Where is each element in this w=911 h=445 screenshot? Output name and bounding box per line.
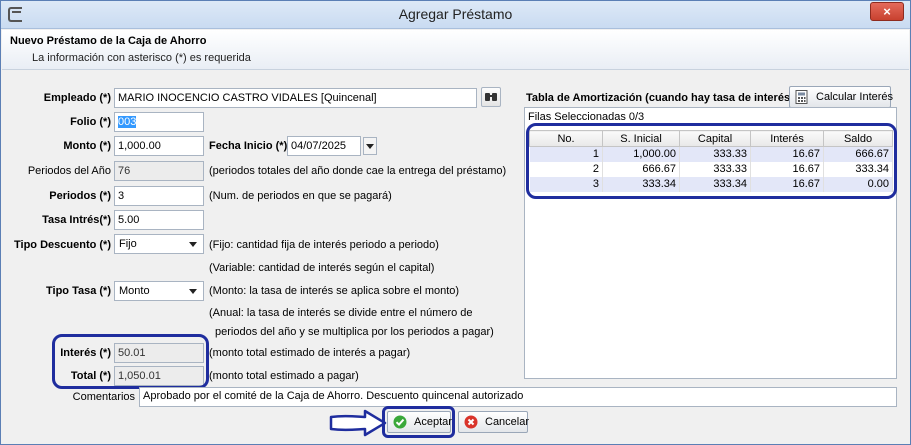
form-header: Nuevo Préstamo de la Caja de Ahorro La i… (2, 30, 909, 70)
comentarios-field[interactable]: Aprobado por el comité de la Caja de Aho… (139, 387, 897, 407)
total-field: 1,050.01 (114, 366, 204, 386)
tipo-tasa-hint-3: periodos del año y se multiplica por los… (215, 326, 494, 338)
binoculars-icon (485, 93, 497, 101)
periodos-anio-field: 76 (114, 161, 204, 181)
table-cell: 16.67 (750, 161, 825, 177)
window-title: Agregar Préstamo (398, 6, 513, 22)
dialog-window: Agregar Préstamo × Nuevo Préstamo de la … (0, 0, 911, 445)
table-cell: 3 (529, 176, 603, 192)
date-picker-button[interactable] (363, 137, 377, 155)
amortization-grid[interactable]: Filas Seleccionadas 0/3 No. S. Inicial C… (524, 107, 897, 379)
tipo-descuento-label: Tipo Descuento (*) (14, 239, 111, 251)
interes-hint: (monto total estimado de interés a pagar… (209, 347, 411, 359)
cancel-button[interactable]: Cancelar (458, 411, 530, 433)
column-header[interactable]: S. Inicial (601, 130, 681, 147)
table-cell: 1,000.00 (602, 146, 681, 162)
table-cell: 333.33 (679, 161, 752, 177)
amortization-title: Tabla de Amortización (cuando hay tasa d… (526, 92, 794, 104)
amortization-table[interactable]: No. S. Inicial Capital Interés Saldo 1 1… (529, 130, 893, 192)
table-cell: 2 (529, 161, 603, 177)
fecha-inicio-label: Fecha Inicio (*) (209, 140, 288, 152)
column-header[interactable]: No. (529, 130, 603, 147)
table-cell: 1 (529, 146, 603, 162)
interes-field: 50.01 (114, 343, 204, 363)
folio-field[interactable]: 003 (114, 112, 204, 132)
interes-label: Interés (*) (60, 347, 111, 359)
folio-value: 003 (118, 116, 137, 128)
column-header[interactable]: Saldo (823, 130, 893, 147)
periodos-anio-hint: (periodos totales del año donde cae la e… (209, 165, 507, 177)
fecha-inicio-field[interactable]: 04/07/2025 (287, 136, 361, 156)
periodos-hint: (Num. de periodos en que se pagará) (209, 190, 392, 202)
tipo-tasa-value: Monto (119, 285, 150, 297)
cancel-label: Cancelar (485, 416, 530, 428)
empleado-label: Empleado (*) (43, 92, 111, 104)
table-cell: 16.67 (750, 176, 825, 192)
check-icon (393, 415, 407, 429)
tipo-tasa-hint-2: (Anual: la tasa de interés se divide ent… (209, 307, 473, 319)
calculate-interest-label: Calcular Interés (816, 91, 894, 103)
table-row[interactable]: 1 1,000.00 333.33 16.67 666.67 (529, 146, 893, 162)
monto-field[interactable]: 1,000.00 (114, 136, 204, 156)
calculator-icon (795, 90, 808, 104)
table-cell: 333.33 (679, 146, 752, 162)
periodos-field[interactable]: 3 (114, 186, 204, 206)
comentarios-label: Comentarios (72, 391, 135, 403)
chevron-down-icon (366, 144, 374, 149)
close-button[interactable]: × (870, 2, 904, 21)
column-header[interactable]: Capital (679, 130, 752, 147)
folio-label: Folio (*) (70, 116, 111, 128)
table-cell: 666.67 (823, 146, 893, 162)
tasa-interes-field[interactable]: 5.00 (114, 210, 204, 230)
table-cell: 0.00 (823, 176, 893, 192)
tipo-descuento-value: Fijo (119, 238, 137, 250)
arrow-pointer-icon (329, 409, 387, 437)
accept-label: Aceptar (414, 416, 452, 428)
tipo-tasa-label: Tipo Tasa (*) (46, 285, 111, 297)
chevron-down-icon (189, 289, 197, 294)
chevron-down-icon (189, 242, 197, 247)
periodos-label: Periodos (*) (49, 190, 111, 202)
tipo-tasa-select[interactable]: Monto (114, 281, 204, 301)
table-row[interactable]: 3 333.34 333.34 16.67 0.00 (529, 176, 893, 192)
tipo-tasa-hint-1: (Monto: la tasa de interés se aplica sob… (209, 285, 460, 297)
table-cell: 333.34 (823, 161, 893, 177)
periodos-anio-label: Periodos del Año (27, 165, 111, 177)
table-row[interactable]: 2 666.67 333.33 16.67 333.34 (529, 161, 893, 177)
calculate-interest-button[interactable]: Calcular Interés (789, 86, 894, 108)
cancel-icon (464, 415, 478, 429)
selected-rows-label: Filas Seleccionadas 0/3 (528, 111, 645, 123)
column-header[interactable]: Interés (750, 130, 825, 147)
table-cell: 333.34 (602, 176, 681, 192)
tipo-descuento-select[interactable]: Fijo (114, 234, 204, 254)
table-cell: 666.67 (602, 161, 681, 177)
table-cell: 16.67 (750, 146, 825, 162)
form-title: Nuevo Préstamo de la Caja de Ahorro (10, 35, 207, 47)
title-bar: Agregar Préstamo × (1, 1, 910, 29)
total-label: Total (*) (70, 370, 111, 382)
empleado-field[interactable]: MARIO INOCENCIO CASTRO VIDALES [Quincena… (114, 88, 477, 108)
total-hint: (monto total estimado a pagar) (209, 370, 359, 382)
tasa-interes-label: Tasa Intrés(*) (42, 214, 111, 226)
tipo-descuento-hint-2: (Variable: cantidad de interés según el … (209, 262, 435, 274)
form-subtitle: La información con asterisco (*) es requ… (32, 52, 251, 64)
employee-search-button[interactable] (481, 87, 501, 107)
table-cell: 333.34 (679, 176, 752, 192)
monto-label: Monto (*) (63, 140, 111, 152)
accept-button[interactable]: Aceptar (387, 411, 452, 433)
tipo-descuento-hint-1: (Fijo: cantidad fija de interés periodo … (209, 239, 439, 251)
